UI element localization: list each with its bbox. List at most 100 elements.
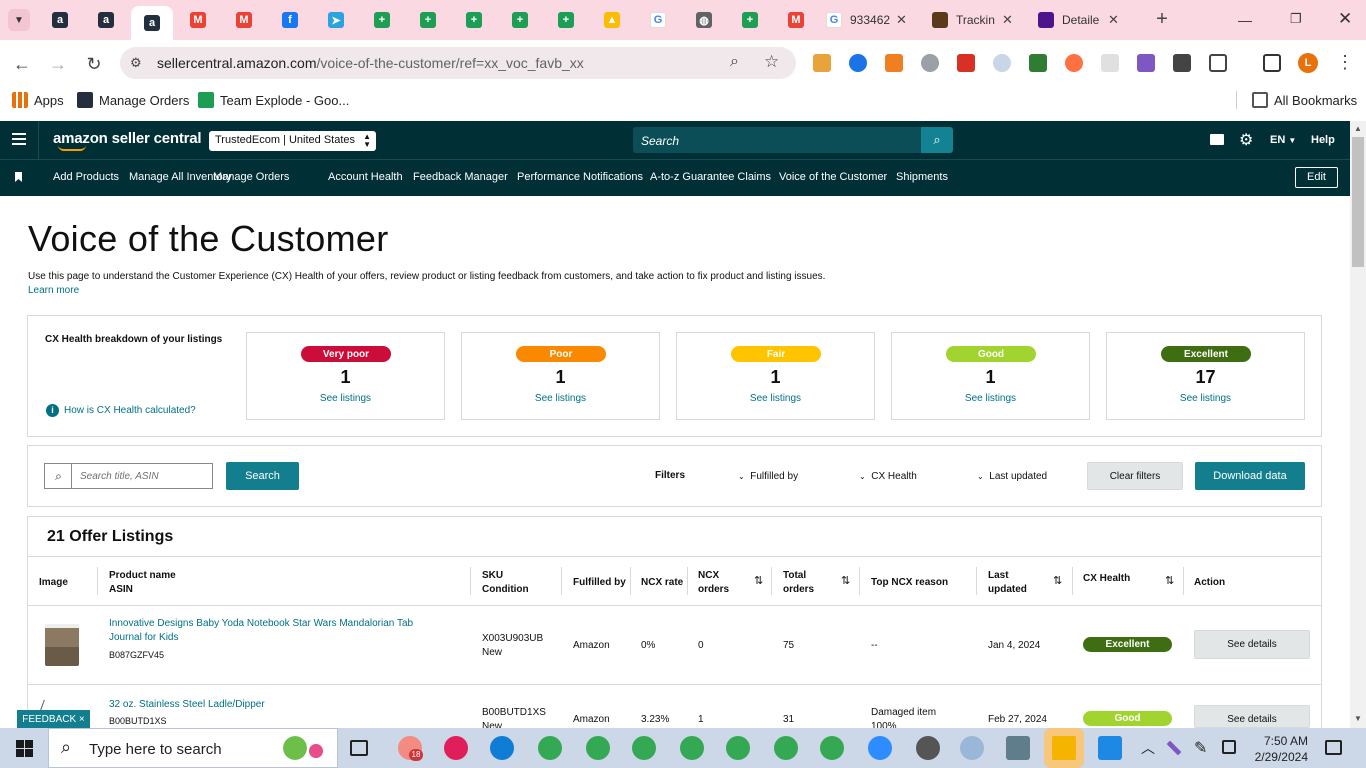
browser-tab[interactable]: Detaile ✕ bbox=[1038, 6, 1136, 34]
app-icon[interactable] bbox=[960, 736, 984, 760]
nav-item[interactable]: Add Products bbox=[53, 171, 119, 183]
extension-icon[interactable] bbox=[993, 54, 1011, 72]
help-link[interactable]: Help bbox=[1311, 134, 1335, 146]
see-listings-link[interactable]: See listings bbox=[677, 393, 874, 404]
tab-search-button[interactable]: ▼ bbox=[8, 9, 30, 31]
extension-icon[interactable] bbox=[813, 54, 831, 72]
browser-tab[interactable]: ▲ bbox=[591, 6, 633, 34]
slack-icon[interactable] bbox=[444, 736, 468, 760]
browser-tab[interactable]: + bbox=[361, 6, 403, 34]
zoom-icon[interactable]: ⌕ bbox=[730, 53, 739, 71]
browser-tab[interactable]: + bbox=[499, 6, 541, 34]
windows-start-icon[interactable] bbox=[16, 740, 33, 757]
col-cx-health[interactable]: CX Health bbox=[1083, 572, 1130, 585]
clock-date[interactable]: 2/29/2024 bbox=[1250, 750, 1308, 764]
close-tab-icon[interactable]: ✕ bbox=[1108, 12, 1119, 28]
extension-icon[interactable] bbox=[1065, 54, 1083, 72]
info-icon[interactable]: i bbox=[46, 404, 59, 417]
browser-tab[interactable]: ➤ bbox=[315, 6, 357, 34]
close-tab-icon[interactable]: ✕ bbox=[896, 12, 907, 28]
chrome-icon[interactable] bbox=[538, 736, 562, 760]
feedback-tab[interactable]: FEEDBACK × bbox=[17, 710, 90, 728]
language-selector[interactable]: EN ▼ bbox=[1270, 134, 1296, 146]
browser-tab[interactable]: a bbox=[131, 6, 173, 40]
product-thumbnail[interactable] bbox=[45, 624, 79, 666]
bookmark-apps[interactable]: Apps bbox=[12, 92, 64, 108]
close-window-icon[interactable]: ✕ bbox=[1338, 9, 1352, 29]
seller-search-input[interactable]: Search bbox=[633, 127, 921, 153]
back-icon[interactable]: ← bbox=[10, 52, 34, 76]
browser-tab[interactable]: + bbox=[729, 6, 771, 34]
bookmark-manage-orders[interactable]: Manage Orders bbox=[77, 92, 189, 108]
see-listings-link[interactable]: See listings bbox=[892, 393, 1089, 404]
col-ncx-orders[interactable]: NCX bbox=[698, 569, 719, 582]
scroll-up-icon[interactable]: ▲ bbox=[1354, 124, 1362, 133]
see-details-button[interactable]: See details bbox=[1194, 630, 1310, 659]
reload-icon[interactable]: ↻ bbox=[82, 52, 106, 76]
listing-search-input[interactable]: Search title, ASIN bbox=[71, 463, 213, 489]
chrome-icon[interactable] bbox=[680, 736, 704, 760]
see-listings-link[interactable]: See listings bbox=[1107, 393, 1304, 404]
sort-icon[interactable]: ⇅ bbox=[841, 574, 850, 587]
nav-item[interactable]: Manage Orders bbox=[213, 171, 289, 183]
col-fulfilled-by[interactable]: Fulfilled by bbox=[573, 576, 626, 589]
browser-tab[interactable]: a bbox=[85, 6, 127, 34]
extension-icon[interactable] bbox=[849, 54, 867, 72]
see-listings-link[interactable]: See listings bbox=[462, 393, 659, 404]
restore-icon[interactable]: ❐ bbox=[1290, 11, 1302, 27]
clear-filters-button[interactable]: Clear filters bbox=[1087, 462, 1183, 490]
filter-cx-health[interactable]: ⌄ CX Health bbox=[859, 471, 917, 482]
scrollbar-thumb[interactable] bbox=[1352, 137, 1364, 267]
nav-item[interactable]: A-to-z Guarantee Claims bbox=[650, 171, 771, 183]
browser-tab[interactable]: Trackin ✕ bbox=[932, 6, 1030, 34]
extension-icon[interactable] bbox=[1137, 54, 1155, 72]
browser-tab[interactable]: + bbox=[545, 6, 587, 34]
nav-item[interactable]: Voice of the Customer bbox=[779, 171, 887, 183]
filter-fulfilled-by[interactable]: ⌄ Fulfilled by bbox=[738, 471, 798, 482]
mail-icon[interactable] bbox=[1210, 134, 1224, 145]
sort-icon[interactable]: ⇅ bbox=[754, 574, 763, 587]
close-tab-icon[interactable]: ✕ bbox=[1002, 12, 1013, 28]
nav-item[interactable]: Performance Notifications bbox=[517, 171, 643, 183]
extension-icon[interactable] bbox=[1173, 54, 1191, 72]
side-panel-icon[interactable] bbox=[1263, 54, 1281, 72]
close-icon[interactable]: × bbox=[79, 714, 85, 725]
browser-tab[interactable]: f bbox=[269, 6, 311, 34]
bookmark-star-icon[interactable]: ☆ bbox=[764, 52, 779, 72]
clock-time[interactable]: 7:50 AM bbox=[1262, 734, 1308, 748]
extension-icon[interactable] bbox=[1101, 54, 1119, 72]
col-product-name[interactable]: Product name bbox=[109, 569, 176, 582]
browser-tab[interactable]: ◍ bbox=[683, 6, 725, 34]
show-hidden-icons[interactable]: ︿ bbox=[1141, 738, 1155, 758]
new-tab-button[interactable]: + bbox=[1151, 8, 1173, 30]
settings-gear-icon[interactable]: ⚙ bbox=[1239, 130, 1253, 150]
browser-tab[interactable]: G bbox=[637, 6, 679, 34]
browser-tab[interactable]: + bbox=[407, 6, 449, 34]
browser-tab[interactable]: G 933462 ✕ bbox=[826, 6, 924, 34]
stylus-icon[interactable]: ✎ bbox=[1194, 738, 1207, 758]
file-explorer-icon[interactable] bbox=[1052, 736, 1076, 760]
wifi-icon[interactable] bbox=[1222, 740, 1236, 754]
browser-tab[interactable]: M bbox=[775, 6, 817, 34]
browser-menu-icon[interactable]: ⋮ bbox=[1336, 52, 1354, 73]
edit-nav-button[interactable]: Edit bbox=[1295, 167, 1338, 188]
col-sku[interactable]: SKU bbox=[482, 569, 503, 582]
extension-icon[interactable] bbox=[885, 54, 903, 72]
sort-icon[interactable]: ⇅ bbox=[1053, 574, 1062, 587]
bookmark-team-explode[interactable]: Team Explode - Goo... bbox=[198, 92, 349, 108]
extensions-puzzle-icon[interactable] bbox=[1209, 54, 1227, 72]
sort-icon[interactable]: ⇅ bbox=[1165, 574, 1174, 587]
extension-icon[interactable] bbox=[957, 54, 975, 72]
minimize-icon[interactable]: — bbox=[1238, 12, 1252, 28]
forward-icon[interactable]: → bbox=[46, 52, 70, 76]
profile-avatar[interactable]: L bbox=[1298, 53, 1318, 73]
nav-item[interactable]: Account Health bbox=[328, 171, 403, 183]
product-name-link[interactable]: 32 oz. Stainless Steel Ladle/Dipper bbox=[109, 698, 265, 711]
app-icon[interactable] bbox=[916, 736, 940, 760]
hamburger-menu-icon[interactable] bbox=[12, 133, 26, 145]
nav-item[interactable]: Shipments bbox=[896, 171, 948, 183]
chrome-icon[interactable] bbox=[586, 736, 610, 760]
how-cx-calculated-link[interactable]: How is CX Health calculated? bbox=[64, 405, 196, 416]
browser-tab[interactable]: a bbox=[39, 6, 81, 34]
chrome-icon[interactable] bbox=[820, 736, 844, 760]
